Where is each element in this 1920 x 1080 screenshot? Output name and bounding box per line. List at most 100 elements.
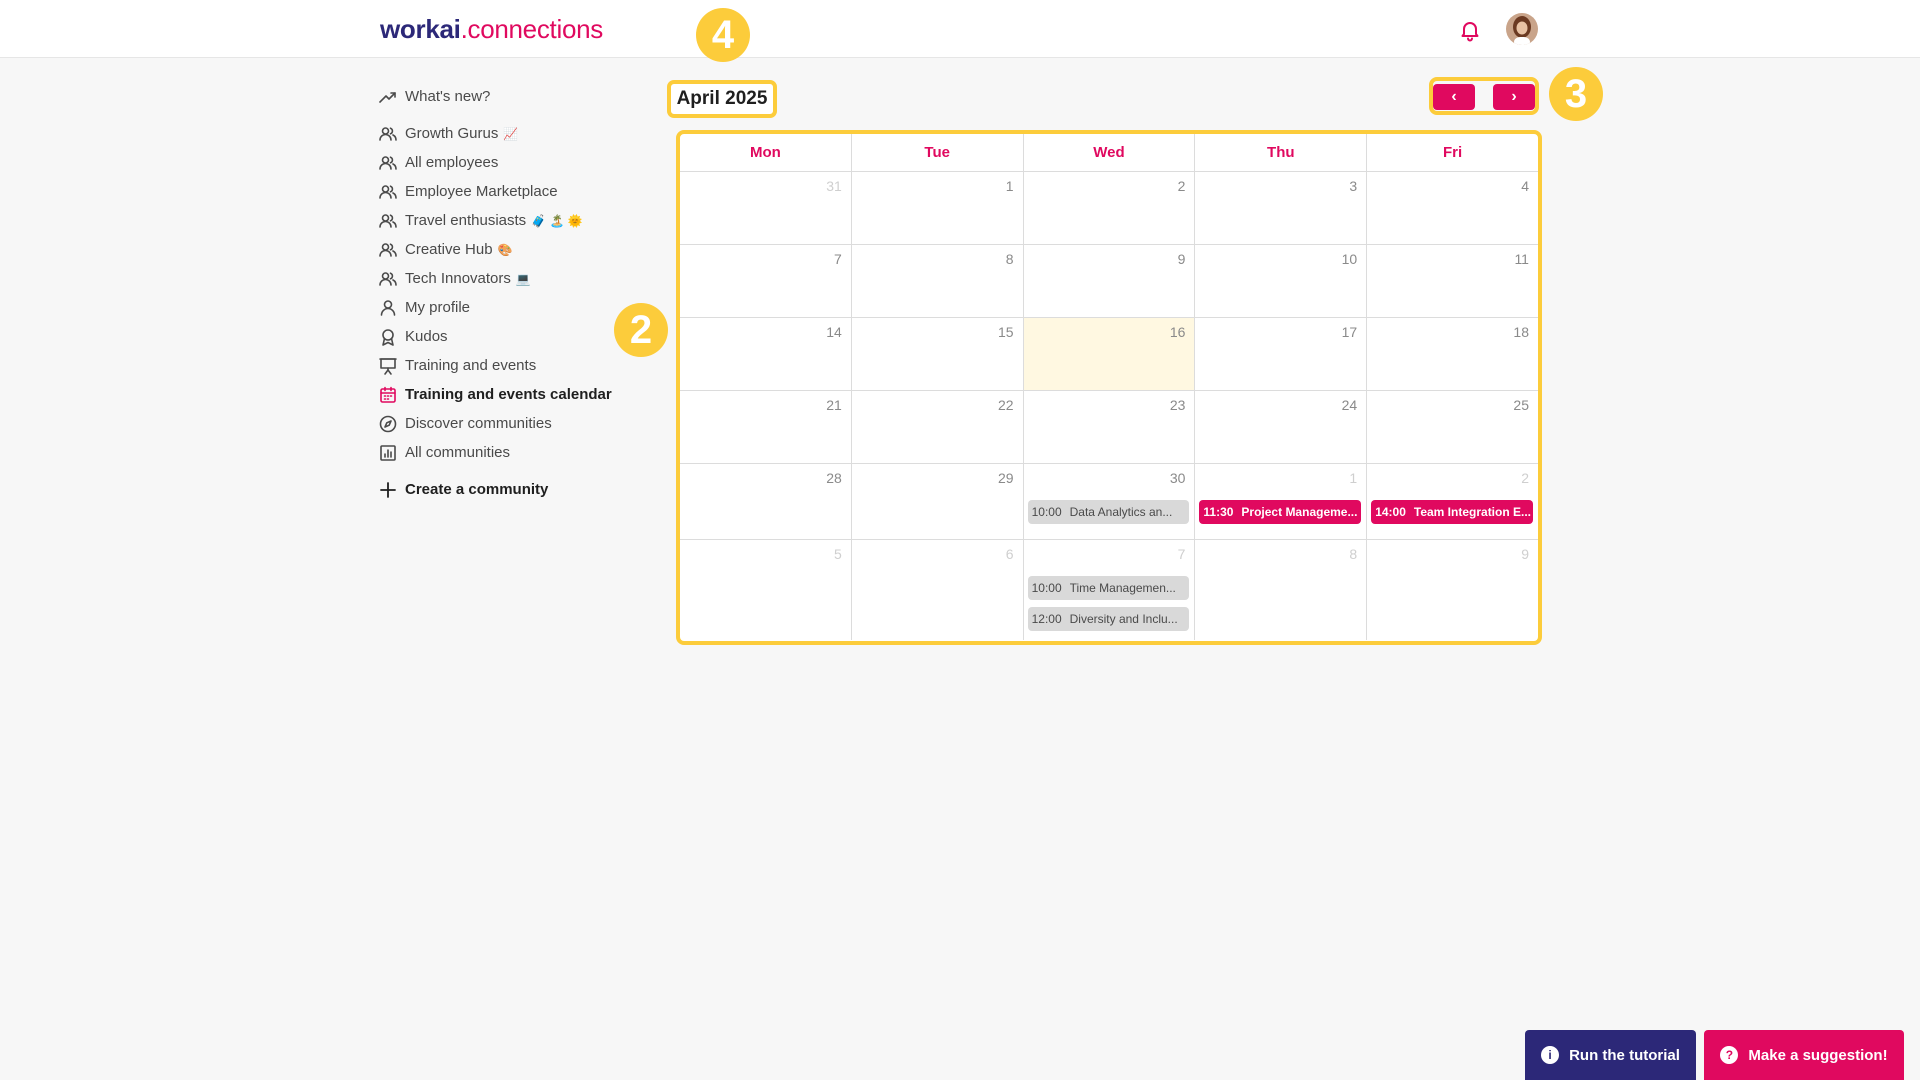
next-month-button[interactable]: › [1493,84,1535,110]
sidebar-item-11[interactable]: Discover communities [378,409,648,438]
calendar-day-cell[interactable]: 31 [680,172,852,244]
app-logo[interactable]: workai.connections [380,14,603,45]
calendar-day-cell[interactable]: 2 14:00 Team Integration E... [1367,464,1538,539]
calendar-day-cell[interactable]: 25 [1367,391,1538,463]
question-icon: ? [1720,1046,1739,1064]
logo-part-connections: .connections [460,14,604,44]
sidebar-item-5[interactable]: Creative Hub 🎨 [378,235,648,264]
make-suggestion-label: Make a suggestion! [1748,1046,1888,1064]
calendar-day-cell[interactable]: 24 [1195,391,1368,463]
users-icon [378,182,398,202]
calendar-day-cell[interactable]: 15 [852,318,1024,390]
sidebar-item-label: Creative Hub [405,241,493,258]
calendar-day-cell[interactable]: 9 [1024,245,1196,317]
calendar-week-row: 28 29 30 10:00 Data Analytics an... 1 11:30 Pro… [680,464,1538,540]
prev-month-button[interactable]: ‹ [1433,84,1475,110]
day-number: 11 [1514,251,1529,267]
run-tutorial-button[interactable]: i Run the tutorial [1525,1030,1696,1080]
day-number: 9 [1521,546,1529,562]
calendar-day-cell[interactable]: 30 10:00 Data Analytics an... [1024,464,1196,539]
sidebar: What's new? Growth Gurus 📈 All employees Emp… [378,82,648,504]
calendar-day-cell[interactable]: 7 10:00 Time Managemen... 12:00 Diversity an… [1024,540,1196,640]
day-number: 2 [1521,470,1529,486]
day-number: 29 [998,470,1014,486]
day-number: 25 [1513,397,1529,413]
calendar-day-cell[interactable]: 11 [1367,245,1538,317]
calendar-day-cell[interactable]: 2 [1024,172,1196,244]
event-title: Team Integration E... [1413,505,1532,519]
calendar-day-cell[interactable]: 3 [1195,172,1368,244]
sidebar-item-4[interactable]: Travel enthusiasts 🧳 🏝️ 🌞 [378,206,648,235]
sidebar-item-12[interactable]: All communities [378,438,648,467]
calendar-day-cell[interactable]: 23 [1024,391,1196,463]
day-number: 31 [826,178,842,194]
calendar-day-cell[interactable]: 29 [852,464,1024,539]
tutorial-step-3-marker: 3 [1549,67,1603,121]
calendar-event[interactable]: 14:00 Team Integration E... [1371,500,1533,524]
calendar-event[interactable]: 11:30 Project Manageme... [1199,500,1362,524]
sidebar-item-6[interactable]: Tech Innovators 💻 [378,264,648,293]
calendar-day-cell[interactable]: 28 [680,464,852,539]
sidebar-item-label: Training and events calendar [405,386,612,403]
day-number: 16 [1169,324,1186,340]
weekday-header-cell: Thu [1195,134,1368,171]
sidebar-item-emoji: 📈 [503,126,519,141]
calendar-day-cell[interactable]: 6 [852,540,1024,640]
day-number: 6 [1005,546,1014,562]
day-number: 10 [1341,251,1358,267]
sidebar-item-1[interactable]: Growth Gurus 📈 [378,119,648,148]
sidebar-item-label: My profile [405,299,471,316]
logo-part-workai: workai [380,14,461,44]
calendar-day-cell[interactable]: 5 [680,540,852,640]
user-avatar[interactable] [1506,13,1538,45]
presentation-icon [378,356,398,376]
event-time: 11:30 [1203,505,1234,519]
calendar-day-cell[interactable]: 1 11:30 Project Manageme... [1195,464,1368,539]
calendar-day-cell[interactable]: 1 [852,172,1024,244]
calendar-day-cell[interactable]: 21 [680,391,852,463]
calendar-day-cell[interactable]: 7 [680,245,852,317]
calendar-day-cell[interactable]: 18 [1367,318,1538,390]
day-number: 23 [1169,397,1186,413]
sidebar-item-9[interactable]: Training and events [378,351,648,380]
calendar-day-cell[interactable]: 9 [1367,540,1538,640]
sidebar-item-emoji: 💻 [515,271,531,286]
sidebar-item-label: Travel enthusiasts [405,212,527,229]
top-bar: workai.connections [0,0,1920,58]
day-number: 2 [1177,178,1186,194]
calendar-week-row: 7 8 9 10 11 [680,245,1538,318]
calendar-day-cell[interactable]: 4 [1367,172,1538,244]
event-title: Project Manageme... [1241,505,1358,519]
event-title: Diversity and Inclu... [1069,612,1178,626]
day-number: 22 [998,397,1014,413]
sidebar-item-3[interactable]: Employee Marketplace [378,177,648,206]
calendar-day-today[interactable]: 16 [1023,318,1196,390]
calendar-event[interactable]: 12:00 Diversity and Inclu... [1027,607,1190,631]
day-number: 24 [1341,397,1358,413]
info-icon: i [1541,1046,1560,1064]
day-number: 9 [1177,251,1186,267]
calendar-day-cell[interactable]: 17 [1195,318,1368,390]
calendar-event[interactable]: 10:00 Data Analytics an... [1027,500,1190,524]
calendar-event[interactable]: 10:00 Time Managemen... [1027,576,1190,600]
calendar-day-cell[interactable]: 10 [1195,245,1368,317]
sidebar-item-10[interactable]: Training and events calendar [378,380,648,409]
calendar-day-cell[interactable]: 22 [852,391,1024,463]
create-community-button[interactable]: Create a community [378,475,648,504]
calendar-day-cell[interactable]: 14 [680,318,852,390]
sidebar-item-8[interactable]: Kudos [378,322,648,351]
calendar-day-cell[interactable]: 8 [1195,540,1368,640]
calendar-day-cell[interactable]: 8 [852,245,1024,317]
month-title: April 2025 [667,80,777,118]
sidebar-item-0[interactable]: What's new? [378,82,648,111]
users-icon [378,124,398,144]
award-icon [378,327,398,347]
sidebar-item-label: All employees [405,154,499,171]
calendar-grid: Mon Tue Wed Thu Fri 31 1 2 3 4 7 8 9 10 11 14 15 16 17 18 2… [676,130,1542,645]
sidebar-item-label: All communities [405,444,511,461]
bell-icon[interactable] [1458,18,1482,42]
sidebar-item-2[interactable]: All employees [378,148,648,177]
day-number: 3 [1349,178,1358,194]
sidebar-item-7[interactable]: My profile [378,293,648,322]
make-suggestion-button[interactable]: ? Make a suggestion! [1704,1030,1904,1080]
